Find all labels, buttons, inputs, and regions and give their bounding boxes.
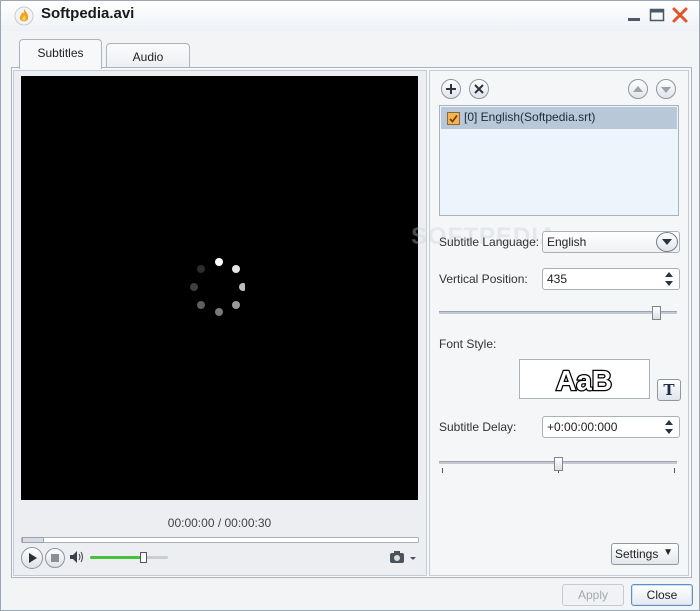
subtitle-language-select[interactable]: English [542, 231, 680, 253]
flame-app-icon [14, 6, 34, 26]
x-icon [474, 84, 484, 94]
vertical-position-slider[interactable] [439, 306, 677, 320]
minimize-button[interactable] [625, 6, 643, 24]
move-down-button[interactable] [656, 79, 676, 99]
subtitle-language-label: Subtitle Language: [439, 235, 540, 249]
speaker-icon[interactable] [69, 550, 85, 564]
vertical-position-thumb[interactable] [651, 306, 661, 320]
apply-button[interactable]: Apply [562, 584, 624, 606]
add-subtitle-button[interactable] [441, 79, 461, 99]
stop-button[interactable] [45, 548, 65, 568]
play-button[interactable] [21, 547, 43, 569]
subtitle-delay-thumb[interactable] [554, 457, 563, 471]
play-icon [29, 553, 37, 563]
close-button[interactable]: Close [631, 584, 693, 606]
app-window: Softpedia.avi Subtitles Audio 00:00:00 /… [0, 0, 700, 611]
chevron-down-icon[interactable] [656, 232, 678, 252]
tab-audio[interactable]: Audio [106, 43, 190, 70]
remove-subtitle-button[interactable] [469, 79, 489, 99]
minimize-icon [628, 18, 640, 21]
font-preview-sample: AaB [555, 364, 614, 398]
vertical-position-label: Vertical Position: [439, 272, 528, 286]
window-title: Softpedia.avi [41, 5, 135, 22]
maximize-button[interactable] [648, 6, 666, 24]
triangle-down-icon: ▼ [663, 547, 673, 558]
loading-spinner-icon [190, 258, 245, 316]
stop-icon [51, 554, 59, 562]
slider-tick [442, 468, 443, 473]
arrow-down-icon [661, 87, 671, 93]
volume-fill [90, 556, 144, 559]
subtitle-checkbox[interactable] [447, 112, 460, 125]
volume-thumb[interactable] [140, 552, 148, 563]
svg-text:AaB: AaB [556, 365, 612, 396]
camera-icon[interactable] [388, 549, 418, 565]
seek-thumb[interactable] [22, 537, 44, 543]
list-item[interactable]: [0] English(Softpedia.srt) [441, 107, 677, 129]
font-style-button[interactable]: T [657, 379, 681, 401]
tab-subtitles[interactable]: Subtitles [19, 39, 102, 69]
spin-arrows-icon[interactable] [660, 417, 678, 437]
subtitle-delay-value: +0:00:00:000 [547, 420, 618, 434]
move-up-button[interactable] [628, 79, 648, 99]
time-readout: 00:00:00 / 00:00:30 [167, 516, 272, 530]
subtitle-delay-label: Subtitle Delay: [439, 420, 517, 434]
vertical-position-input[interactable]: 435 [542, 268, 680, 290]
subtitle-language-value: English [547, 235, 587, 249]
slider-tick [674, 468, 675, 473]
close-x-icon [672, 7, 688, 23]
settings-button[interactable]: Settings ▼ [611, 543, 679, 565]
subtitle-list[interactable]: [0] English(Softpedia.srt) [439, 105, 679, 216]
arrow-up-icon [633, 86, 643, 92]
text-t-icon: T [663, 381, 675, 399]
plus-icon [446, 84, 456, 94]
settings-label: Settings [615, 547, 659, 561]
checkmark-icon [449, 115, 458, 123]
subtitle-delay-slider[interactable] [439, 457, 677, 473]
vertical-position-value: 435 [547, 272, 568, 286]
seek-bar[interactable] [21, 537, 419, 543]
font-preview: AaB [519, 359, 650, 399]
spin-arrows-icon[interactable] [660, 269, 678, 289]
volume-slider[interactable] [90, 552, 168, 563]
subtitle-delay-input[interactable]: +0:00:00:000 [542, 416, 680, 438]
subtitle-item-label: [0] English(Softpedia.srt) [464, 110, 596, 124]
close-window-button[interactable] [671, 6, 689, 24]
maximize-icon [649, 8, 665, 22]
title-bar: Softpedia.avi [1, 1, 699, 31]
font-style-label: Font Style: [439, 337, 497, 351]
